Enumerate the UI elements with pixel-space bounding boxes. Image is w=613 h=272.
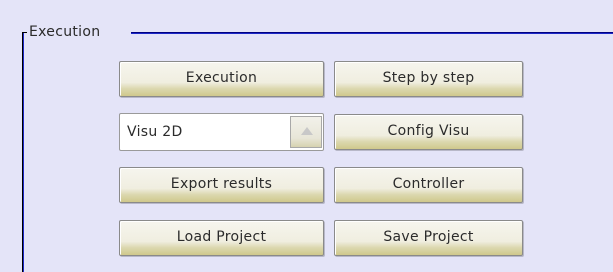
config-visu-button[interactable]: Config Visu [334,114,523,150]
controller-button[interactable]: Controller [334,167,523,203]
group-box-top-border-shadow [131,32,613,33]
triangle-up-icon [301,127,313,135]
group-box-title: Execution [27,23,103,41]
group-box-left-border-shadow [22,32,23,272]
visu-mode-selected-value: Visu 2D [127,124,183,140]
save-project-button[interactable]: Save Project [334,220,523,256]
visu-mode-select[interactable]: Visu 2D [119,113,324,151]
load-project-button[interactable]: Load Project [119,220,324,256]
execution-button[interactable]: Execution [119,61,324,97]
export-results-button[interactable]: Export results [119,167,324,203]
execution-panel: Execution Execution Step by step Visu 2D… [0,0,613,272]
step-by-step-button[interactable]: Step by step [334,61,523,97]
visu-mode-dropdown-button[interactable] [290,116,322,148]
